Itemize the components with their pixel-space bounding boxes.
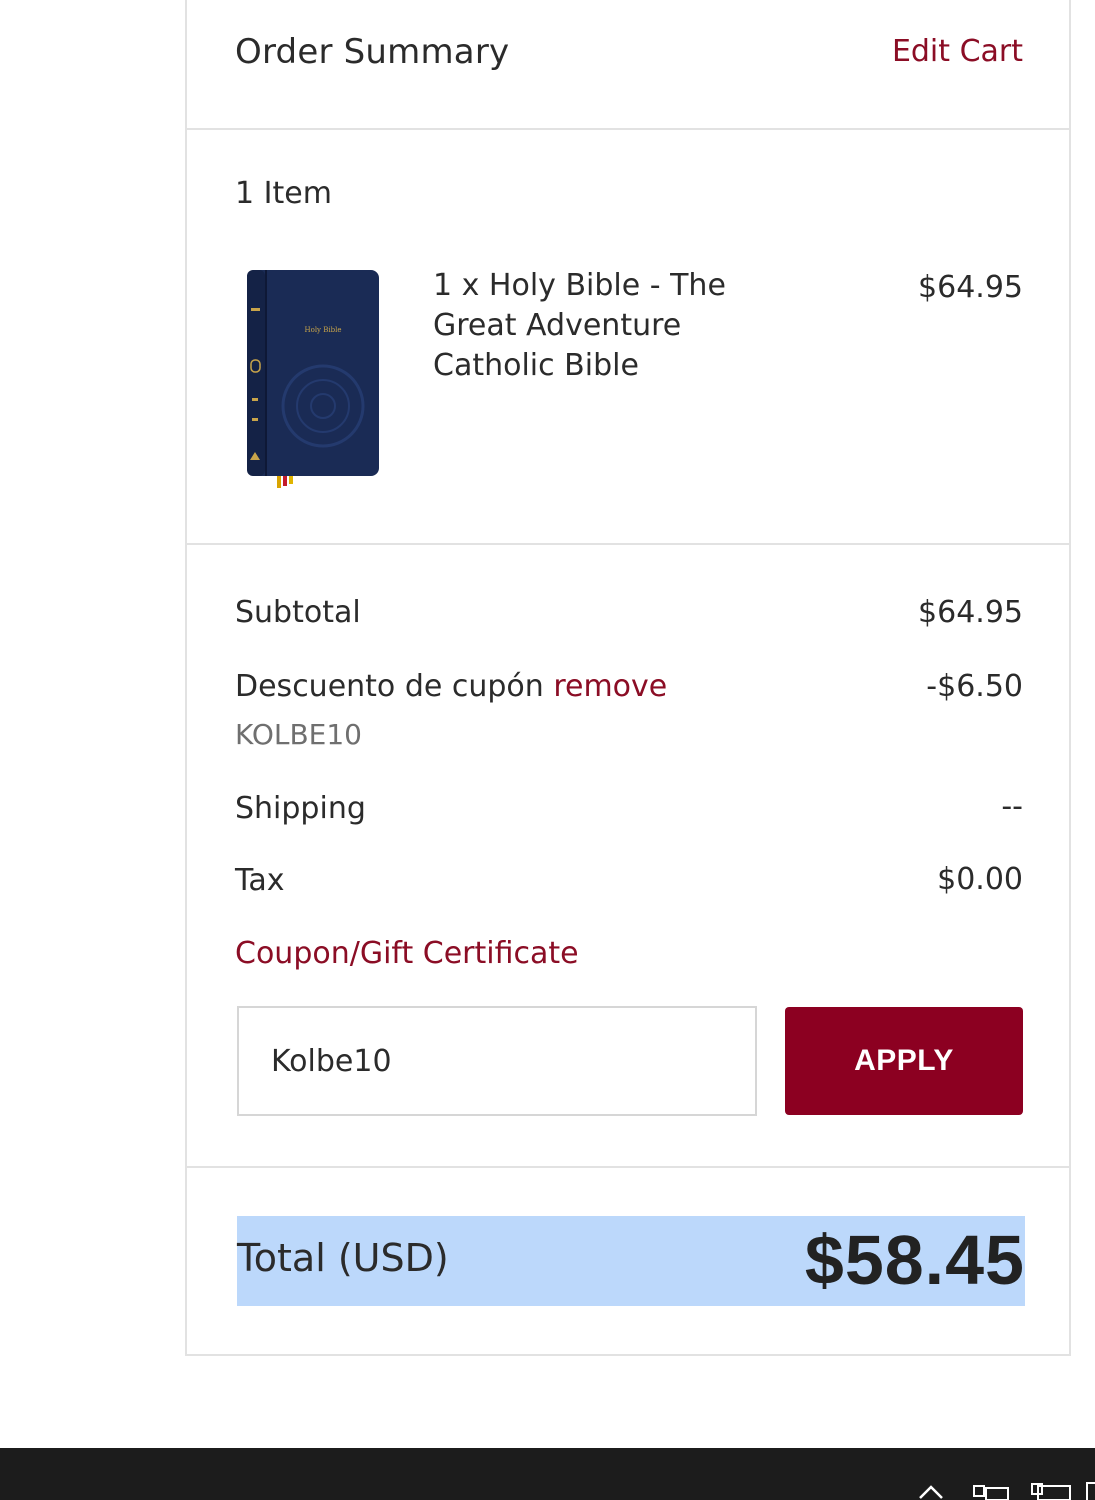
product-price: $64.95 — [918, 270, 1023, 305]
divider — [187, 128, 1069, 130]
subtotal-value: $64.95 — [918, 595, 1023, 630]
product-thumbnail[interactable]: Holy Bible — [243, 268, 383, 490]
discount-label-wrap: Descuento de cupón remove — [235, 669, 667, 704]
divider — [187, 1166, 1069, 1168]
applied-coupon-code: KOLBE10 — [235, 718, 362, 751]
order-summary-panel: Order Summary Edit Cart 1 Item Holy Bibl… — [185, 0, 1071, 1356]
taskbar-edge-icon — [1086, 1482, 1095, 1500]
product-cover-title: Holy Bible — [305, 326, 342, 334]
display-icon[interactable] — [1030, 1482, 1074, 1500]
edit-cart-link[interactable]: Edit Cart — [892, 34, 1023, 69]
discount-value: -$6.50 — [926, 669, 1023, 704]
os-taskbar — [0, 1448, 1095, 1500]
apply-coupon-button[interactable]: APPLY — [785, 1007, 1023, 1115]
grand-total-row: Total (USD) $58.45 — [237, 1216, 1025, 1306]
shipping-value: -- — [1001, 789, 1023, 824]
tax-label: Tax — [235, 863, 285, 898]
chevron-up-icon[interactable] — [918, 1482, 944, 1500]
coupon-code-input[interactable] — [237, 1006, 757, 1116]
discount-label: Descuento de cupón — [235, 669, 544, 704]
grand-total-value: $58.45 — [804, 1221, 1025, 1299]
network-icon[interactable] — [972, 1482, 1010, 1500]
subtotal-label: Subtotal — [235, 595, 361, 630]
shipping-label: Shipping — [235, 791, 366, 826]
items-count: 1 Item — [235, 176, 332, 211]
divider — [187, 543, 1069, 545]
order-summary-header: Order Summary Edit Cart — [187, 0, 1069, 130]
tax-value: $0.00 — [937, 862, 1023, 897]
coupon-gift-certificate-toggle[interactable]: Coupon/Gift Certificate — [235, 936, 579, 971]
product-name[interactable]: 1 x Holy Bible - The Great Adventure Cat… — [433, 266, 793, 386]
order-summary-title: Order Summary — [235, 32, 510, 72]
grand-total-label: Total (USD) — [237, 1236, 449, 1280]
remove-coupon-link[interactable]: remove — [553, 669, 667, 704]
